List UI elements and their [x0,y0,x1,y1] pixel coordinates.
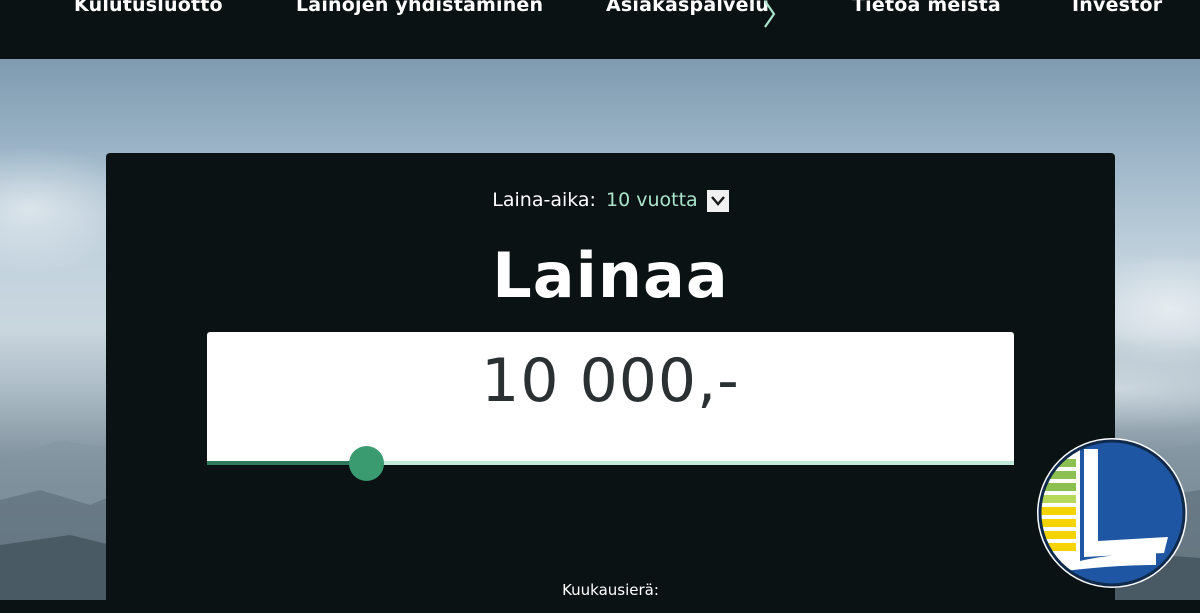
chevron-down-icon [710,196,725,206]
loan-amount-value[interactable]: 10 000,- [207,346,1014,416]
loan-calculator-panel: Laina-aika: 10 vuotta Lainaa 10 000,- Ku… [106,153,1115,613]
loan-term-value[interactable]: 10 vuotta [606,189,698,211]
nav-item-kulutusluotto[interactable]: Kulutusluotto [74,0,223,16]
loan-term-label: Laina-aika: [492,189,596,211]
loan-title: Lainaa [492,239,729,312]
slider-thumb[interactable] [349,446,384,481]
nav-item-tietoa-meista[interactable]: Tietoa meistä [852,0,1001,16]
loan-term-dropdown[interactable] [706,190,729,212]
monthly-payment-label: Kuukausierä: [562,581,659,599]
nav-item-investor[interactable]: Investor [1072,0,1162,16]
nav-item-asiakaspalvelu[interactable]: Asiakaspalvelu [606,0,769,16]
nav-item-lainojen-yhdistaminen[interactable]: Lainojen yhdistäminen [296,0,543,16]
top-navigation: Kulutusluotto Lainojen yhdistäminen Asia… [0,0,1200,59]
loan-amount-box: 10 000,- [207,332,1014,481]
lender-logo-icon [1037,438,1187,588]
chevron-right-icon[interactable] [762,0,778,28]
loan-amount-slider[interactable] [207,446,1014,481]
loan-term-row: Laina-aika: 10 vuotta [106,189,1115,212]
slider-fill [207,461,366,465]
